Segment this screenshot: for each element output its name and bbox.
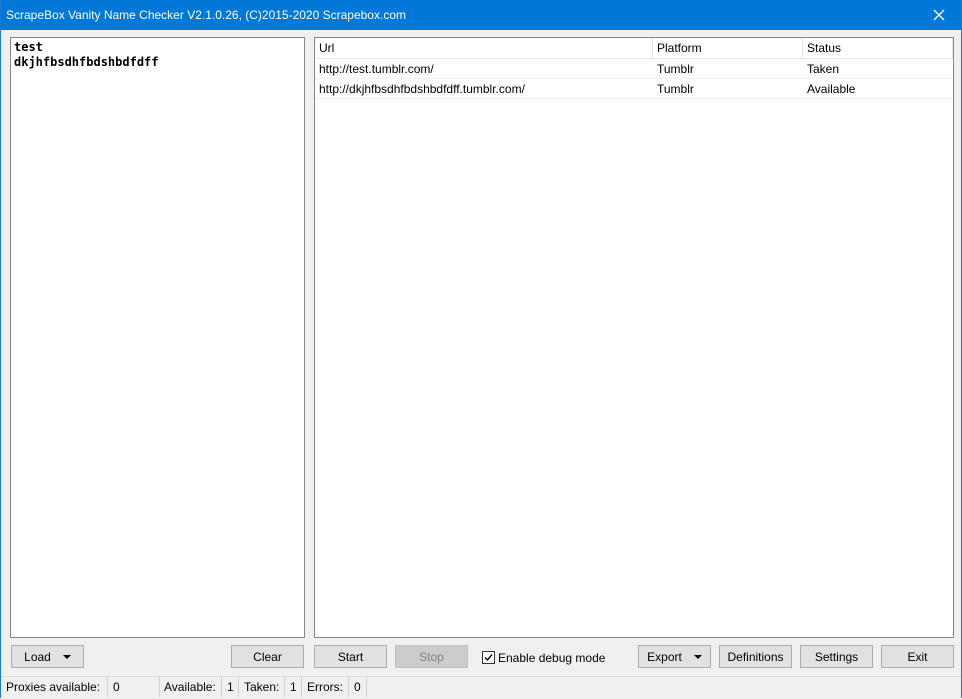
row-url: http://test.tumblr.com/ xyxy=(315,59,653,79)
table-row[interactable]: http://dkjhfbsdhfbdshbdfdff.tumblr.com/ … xyxy=(315,79,953,99)
status-separator xyxy=(348,677,349,697)
settings-button[interactable]: Settings xyxy=(800,645,873,668)
row-url: http://dkjhfbsdhfbdshbdfdff.tumblr.com/ xyxy=(315,79,653,99)
proxies-available-value: 0 xyxy=(113,680,120,694)
debug-mode-checkbox[interactable]: Enable debug mode xyxy=(482,650,605,665)
status-separator xyxy=(159,677,160,697)
row-platform: Tumblr xyxy=(653,59,803,79)
column-header-url[interactable]: Url xyxy=(315,38,653,59)
status-separator xyxy=(221,677,222,697)
check-icon xyxy=(484,654,493,662)
checkbox-box[interactable] xyxy=(482,651,495,664)
available-label: Available: xyxy=(164,680,216,694)
name-line: test xyxy=(14,40,43,54)
errors-label: Errors: xyxy=(307,680,343,694)
chevron-down-icon xyxy=(693,655,702,659)
status-bar: Proxies available: 0 Available: 1 Taken:… xyxy=(1,676,961,699)
window-title: ScrapeBox Vanity Name Checker V2.1.0.26,… xyxy=(6,8,406,22)
names-textarea[interactable]: test dkjhfbsdhfbdshbdfdff xyxy=(10,37,305,638)
start-button[interactable]: Start xyxy=(314,645,387,668)
results-list[interactable]: Url Platform Status http://test.tumblr.c… xyxy=(314,37,954,638)
errors-value: 0 xyxy=(354,680,361,694)
available-value: 1 xyxy=(227,680,234,694)
close-button[interactable] xyxy=(917,0,961,30)
name-line: dkjhfbsdhfbdshbdfdff xyxy=(14,55,159,69)
status-separator xyxy=(366,677,367,697)
taken-value: 1 xyxy=(290,680,297,694)
export-label: Export xyxy=(647,649,682,664)
chevron-down-icon xyxy=(62,655,71,659)
proxies-available-label: Proxies available: xyxy=(6,680,101,694)
load-button[interactable]: Load xyxy=(11,645,84,668)
close-icon xyxy=(933,9,945,21)
status-separator xyxy=(238,677,239,697)
status-separator xyxy=(301,677,302,697)
row-status: Taken xyxy=(803,59,953,79)
table-row[interactable]: http://test.tumblr.com/ Tumblr Taken xyxy=(315,59,953,79)
taken-label: Taken: xyxy=(244,680,280,694)
export-button[interactable]: Export xyxy=(638,645,711,668)
load-label: Load xyxy=(24,649,51,664)
status-separator xyxy=(284,677,285,697)
row-platform: Tumblr xyxy=(653,79,803,99)
row-status: Available xyxy=(803,79,953,99)
column-header-status[interactable]: Status xyxy=(803,38,953,59)
status-separator xyxy=(107,677,108,697)
title-bar[interactable]: ScrapeBox Vanity Name Checker V2.1.0.26,… xyxy=(1,0,961,30)
clear-button[interactable]: Clear xyxy=(231,645,304,668)
debug-mode-label: Enable debug mode xyxy=(498,650,606,665)
column-header-platform[interactable]: Platform xyxy=(653,38,803,59)
app-window: ScrapeBox Vanity Name Checker V2.1.0.26,… xyxy=(0,0,962,699)
exit-button[interactable]: Exit xyxy=(881,645,954,668)
definitions-button[interactable]: Definitions xyxy=(719,645,792,668)
results-header: Url Platform Status xyxy=(315,38,953,59)
stop-button[interactable]: Stop xyxy=(395,645,468,668)
